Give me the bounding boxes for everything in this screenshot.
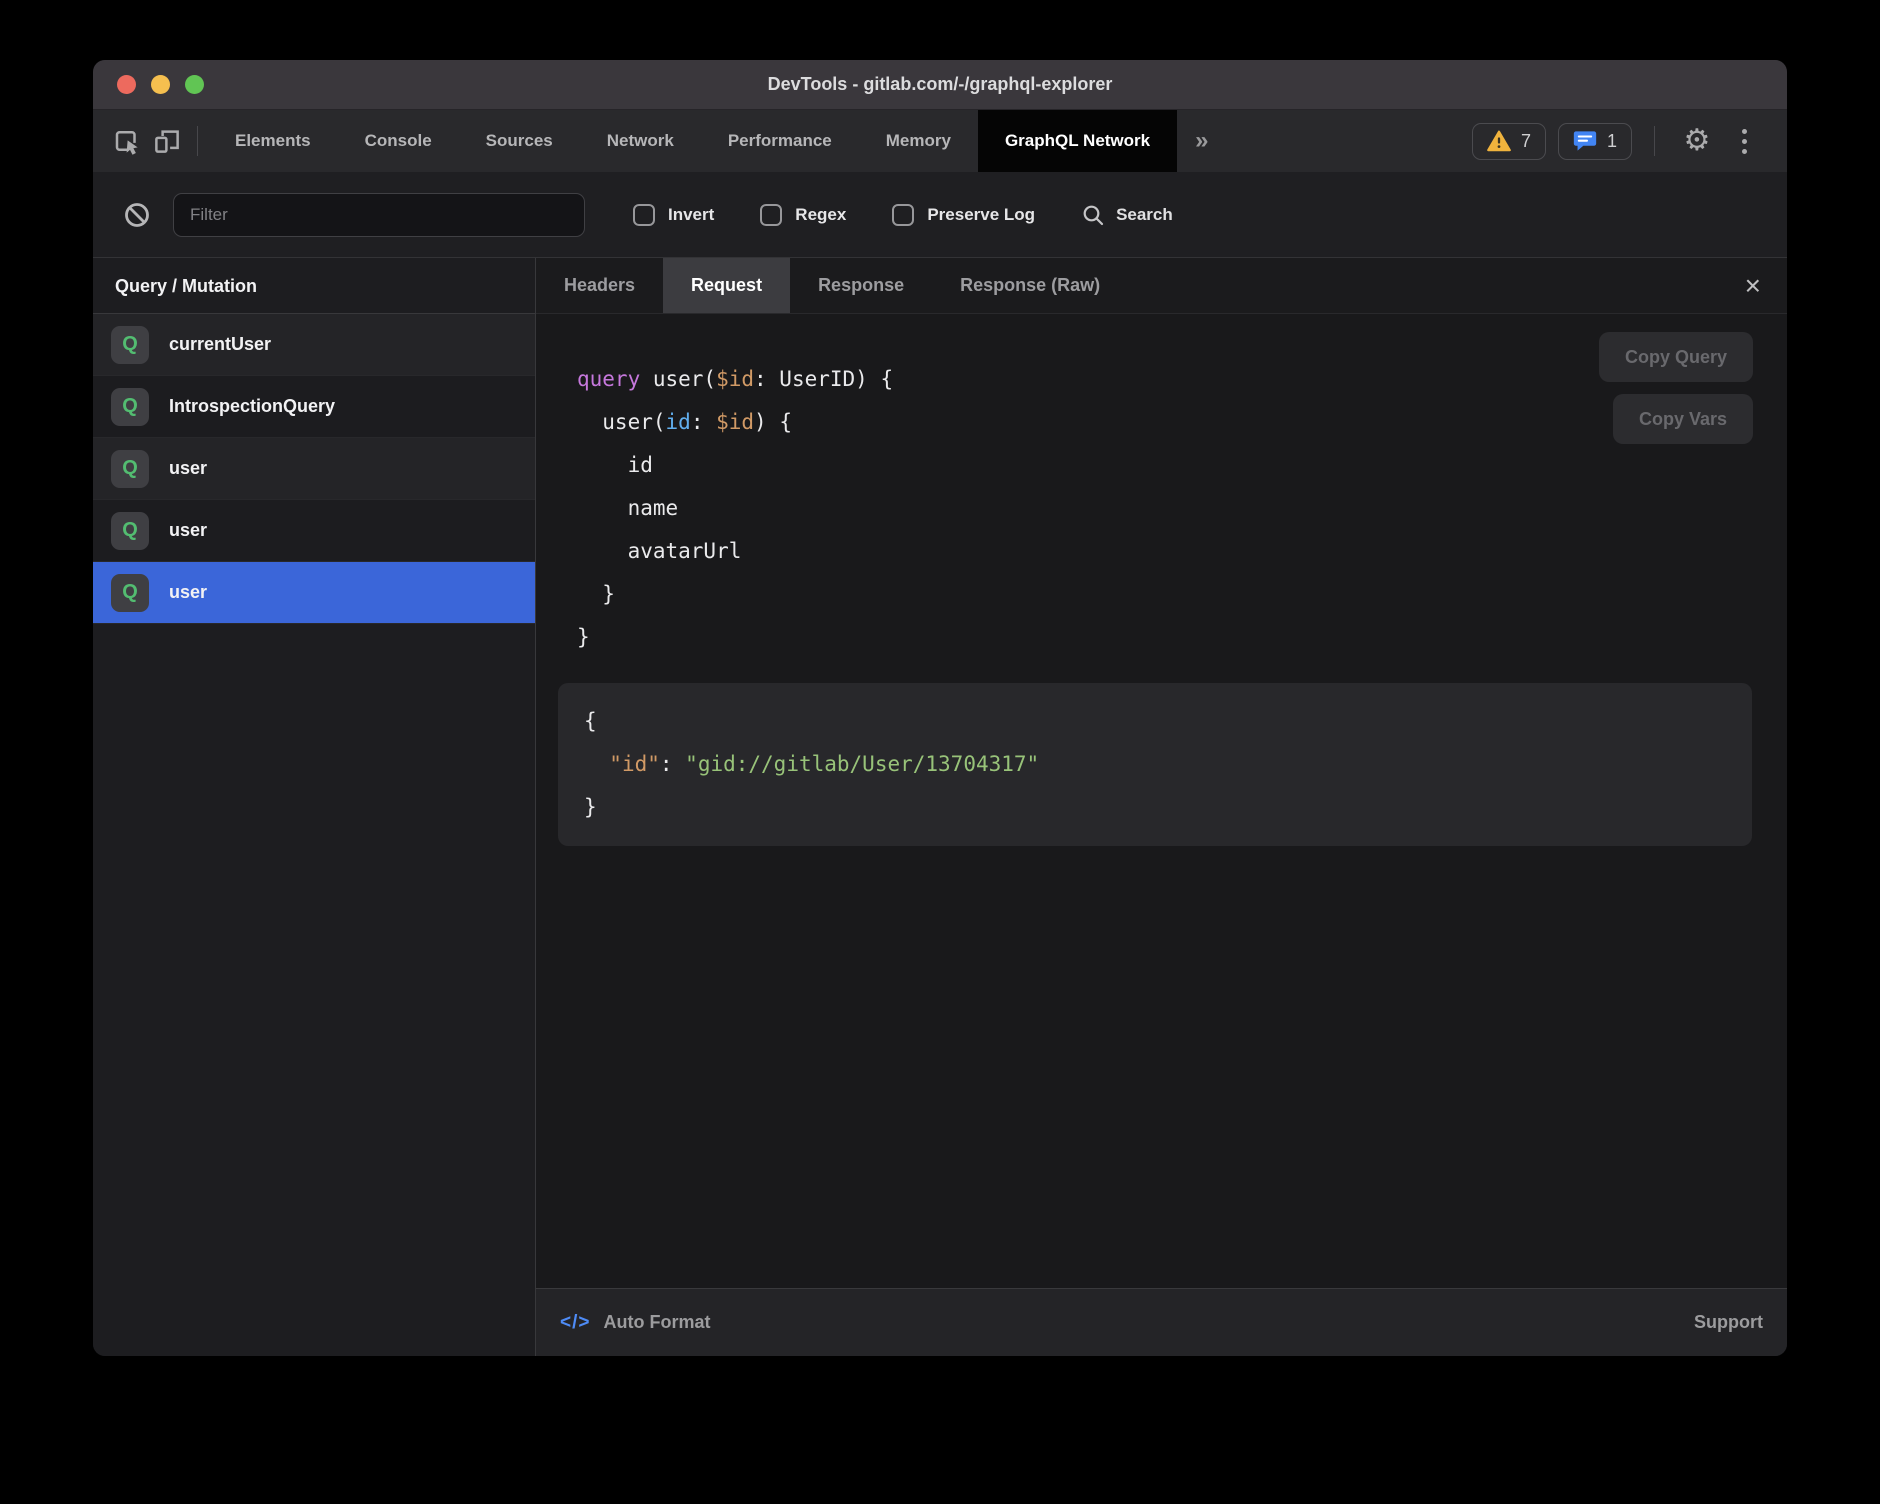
zoom-window-button[interactable] xyxy=(185,75,204,94)
query-variables-code: { "id": "gid://gitlab/User/13704317"} xyxy=(584,700,1726,829)
query-type-badge: Q xyxy=(111,450,149,488)
copy-vars-button[interactable]: Copy Vars xyxy=(1613,394,1753,444)
code-line: } xyxy=(577,616,1787,659)
devtools-tab-performance[interactable]: Performance xyxy=(701,110,859,172)
checkbox-label: Invert xyxy=(668,205,714,225)
checkbox-invert[interactable]: Invert xyxy=(633,204,714,226)
devtools-tabs: ElementsConsoleSourcesNetworkPerformance… xyxy=(208,110,1177,172)
main-content: Query / Mutation QcurrentUserQIntrospect… xyxy=(93,258,1787,1356)
checkbox-regex[interactable]: Regex xyxy=(760,204,846,226)
settings-gear-icon[interactable]: ⚙︎ xyxy=(1677,121,1717,161)
request-name: currentUser xyxy=(169,334,271,355)
request-list-item-introspectionquery-1[interactable]: Q IntrospectionQuery xyxy=(93,376,535,438)
panel-tab-response-raw[interactable]: Response (Raw) xyxy=(932,258,1128,313)
filterbar: Invert Regex Preserve Log Search xyxy=(93,172,1787,258)
query-type-badge: Q xyxy=(111,326,149,364)
filter-checkboxes: Invert Regex Preserve Log xyxy=(633,204,1035,226)
panel-tabs: HeadersRequestResponseResponse (Raw) × xyxy=(536,258,1787,314)
toolbar-separator xyxy=(197,126,198,156)
code-line: } xyxy=(577,573,1787,616)
code-line: id xyxy=(577,444,1787,487)
traffic-lights xyxy=(117,60,204,109)
warning-count: 7 xyxy=(1521,131,1531,152)
auto-format-button[interactable]: </> Auto Format xyxy=(560,1312,710,1334)
more-tabs-chevron[interactable]: » xyxy=(1177,127,1226,155)
tabbar-right-controls: 7 1 ⚙︎ xyxy=(1472,121,1787,161)
copy-query-button[interactable]: Copy Query xyxy=(1599,332,1753,382)
copy-buttons: Copy Query Copy Vars xyxy=(1599,332,1753,444)
code-line: { xyxy=(584,700,1726,743)
panel-tab-request[interactable]: Request xyxy=(663,258,790,313)
request-list-item-user-3[interactable]: Quser xyxy=(93,500,535,562)
toolbar-separator xyxy=(1654,126,1655,156)
panel-footer: </> Auto Format Support xyxy=(536,1288,1787,1356)
request-name: IntrospectionQuery xyxy=(169,396,335,417)
auto-format-label: Auto Format xyxy=(603,1312,710,1333)
devtools-tab-graphql-network[interactable]: GraphQL Network xyxy=(978,110,1177,172)
clear-filter-icon[interactable] xyxy=(117,195,157,235)
request-name: user xyxy=(169,582,207,603)
checkbox-box[interactable] xyxy=(760,204,782,226)
request-tab-content: Copy Query Copy Vars query user($id: Use… xyxy=(536,314,1787,1288)
chat-bubble-icon xyxy=(1573,130,1597,152)
request-list-item-user-2[interactable]: Quser xyxy=(93,438,535,500)
request-list-item-currentuser-0[interactable]: QcurrentUser xyxy=(93,314,535,376)
sidebar: Query / Mutation QcurrentUserQIntrospect… xyxy=(93,258,536,1356)
sidebar-header: Query / Mutation xyxy=(93,258,535,314)
checkbox-box[interactable] xyxy=(892,204,914,226)
query-type-badge: Q xyxy=(111,512,149,550)
request-name: user xyxy=(169,520,207,541)
titlebar: DevTools - gitlab.com/-/graphql-explorer xyxy=(93,60,1787,110)
checkbox-label: Regex xyxy=(795,205,846,225)
inspect-element-icon[interactable] xyxy=(107,121,147,161)
code-line: "id": "gid://gitlab/User/13704317" xyxy=(584,743,1726,786)
minimize-window-button[interactable] xyxy=(151,75,170,94)
query-variables-box: { "id": "gid://gitlab/User/13704317"} xyxy=(558,683,1752,846)
filter-input[interactable] xyxy=(173,193,585,237)
request-list: QcurrentUserQIntrospectionQueryQuserQuse… xyxy=(93,314,535,624)
checkbox-box[interactable] xyxy=(633,204,655,226)
request-name: user xyxy=(169,458,207,479)
query-type-badge: Q xyxy=(111,574,149,612)
code-icon: </> xyxy=(560,1312,590,1334)
devtools-window: DevTools - gitlab.com/-/graphql-explorer… xyxy=(93,60,1787,1356)
warnings-badge[interactable]: 7 xyxy=(1472,123,1546,160)
close-panel-icon[interactable]: × xyxy=(1719,272,1787,300)
device-toolbar-icon[interactable] xyxy=(147,121,187,161)
checkbox-label: Preserve Log xyxy=(927,205,1035,225)
devtools-tab-memory[interactable]: Memory xyxy=(859,110,978,172)
devtools-tabbar: ElementsConsoleSourcesNetworkPerformance… xyxy=(93,110,1787,172)
request-list-item-user-4[interactable]: Quser xyxy=(93,562,535,624)
close-window-button[interactable] xyxy=(117,75,136,94)
warning-icon xyxy=(1487,130,1511,152)
panel-tab-response[interactable]: Response xyxy=(790,258,932,313)
search-button[interactable]: Search xyxy=(1081,203,1173,227)
issues-count: 1 xyxy=(1607,131,1617,152)
query-type-badge: Q xyxy=(111,388,149,426)
panel-tab-headers[interactable]: Headers xyxy=(536,258,663,313)
support-link[interactable]: Support xyxy=(1694,1312,1763,1333)
devtools-tab-elements[interactable]: Elements xyxy=(208,110,338,172)
search-label: Search xyxy=(1116,205,1173,225)
checkbox-preserve-log[interactable]: Preserve Log xyxy=(892,204,1035,226)
code-line: name xyxy=(577,487,1787,530)
issues-badge[interactable]: 1 xyxy=(1558,123,1632,160)
devtools-tab-network[interactable]: Network xyxy=(580,110,701,172)
search-icon xyxy=(1081,203,1105,227)
code-line: avatarUrl xyxy=(577,530,1787,573)
devtools-tab-sources[interactable]: Sources xyxy=(459,110,580,172)
devtools-tab-console[interactable]: Console xyxy=(338,110,459,172)
window-title: DevTools - gitlab.com/-/graphql-explorer xyxy=(93,74,1787,95)
detail-panel: HeadersRequestResponseResponse (Raw) × C… xyxy=(536,258,1787,1356)
panel-tabs-host: HeadersRequestResponseResponse (Raw) xyxy=(536,258,1128,313)
code-line: } xyxy=(584,786,1726,829)
more-options-icon[interactable] xyxy=(1729,121,1759,161)
